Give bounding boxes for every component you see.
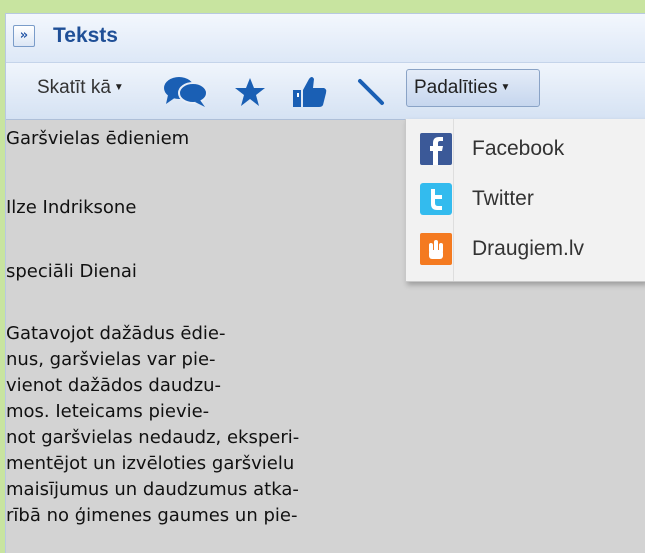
expand-button[interactable]: »	[13, 25, 35, 47]
share-button[interactable]: Padalīties ▼	[406, 69, 540, 107]
article-body-line: Gatavojot dažādus ēdie-	[6, 323, 226, 344]
share-facebook-item[interactable]: Facebook	[406, 125, 645, 173]
article-body-line: vienot dažādos daudzu-	[6, 375, 222, 396]
article-body-line: not garšvielas nedaudz, eksperi-	[6, 427, 300, 448]
text-panel: » Teksts Skatīt kā ▼ Padalīties ▼ Facebo…	[5, 13, 645, 553]
facebook-icon	[420, 133, 452, 165]
comments-icon[interactable]	[162, 75, 210, 109]
panel-header: » Teksts	[6, 14, 645, 63]
share-twitter-item[interactable]: Twitter	[406, 175, 645, 223]
draugiem-icon	[420, 233, 452, 265]
share-button-label: Padalīties	[414, 77, 498, 98]
toolbar: Skatīt kā ▼ Padalīties ▼	[6, 63, 645, 120]
thumbs-up-icon[interactable]	[292, 75, 328, 109]
article-body-line: nus, garšvielas var pie-	[6, 349, 216, 370]
article-author: Ilze Indriksone	[6, 197, 137, 218]
share-draugiem-label: Draugiem.lv	[472, 237, 585, 260]
share-facebook-label: Facebook	[472, 137, 565, 160]
article-body-line: rībā no ģimenes gaumes un pie-	[6, 505, 298, 526]
chevron-down-icon: ▼	[113, 82, 124, 93]
article-body-line: maisījumus un daudzumus atka-	[6, 479, 299, 500]
article-body-line: mentējot un izvēloties garšvielu	[6, 453, 295, 474]
twitter-icon	[420, 183, 452, 215]
chevron-down-icon: ▼	[500, 82, 511, 93]
share-twitter-label: Twitter	[472, 187, 534, 210]
view-as-dropdown[interactable]: Skatīt kā ▼	[37, 77, 124, 99]
article-byline: speciāli Dienai	[6, 261, 137, 282]
article-title: Garšvielas ēdieniem	[6, 128, 190, 149]
share-draugiem-item[interactable]: Draugiem.lv	[406, 225, 645, 273]
article-body-line: mos. Ieteicams pievie-	[6, 401, 210, 422]
pen-icon[interactable]	[356, 77, 386, 107]
share-menu: Facebook Twitter Draugiem.lv	[405, 119, 645, 282]
article-body: Gatavojot dažādus ēdie- nus, garšvielas …	[6, 321, 299, 529]
view-as-label: Skatīt kā	[37, 77, 111, 98]
panel-title: Teksts	[53, 24, 118, 47]
star-icon[interactable]	[234, 77, 266, 107]
